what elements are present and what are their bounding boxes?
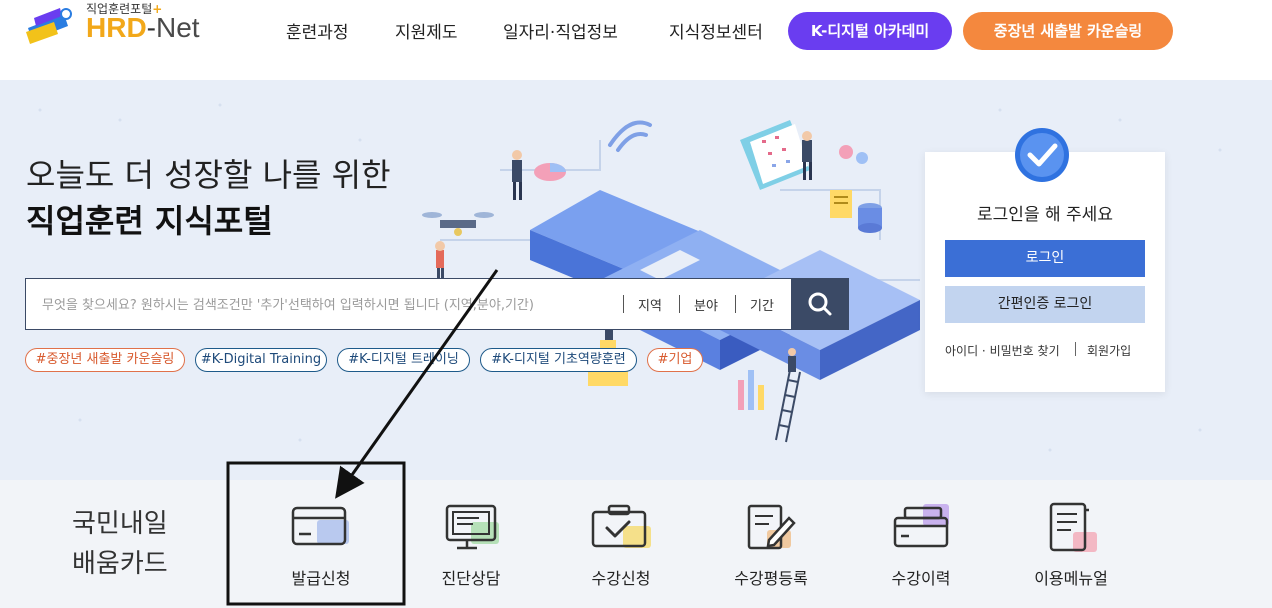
tag-k-digital-basic[interactable]: #K-디지털 기초역량훈련 [480,348,637,372]
course-apply-icon [591,504,651,548]
nav-job-info[interactable]: 일자리·직업정보 [503,18,618,43]
tag-k-digital-training-kr[interactable]: #K-디지털 트레이닝 [337,348,470,372]
login-button[interactable]: 로그인 [945,240,1145,277]
card-item-history[interactable]: 수강이력 [856,502,986,602]
hero-title-line1: 오늘도 더 성장할 나를 위한 [26,156,391,194]
card-item-manual[interactable]: 이용메뉴얼 [1006,502,1136,602]
tag-k-digital-training[interactable]: #K-Digital Training [195,348,327,372]
manual-icon [1049,502,1097,552]
find-id-password-link[interactable]: 아이디 · 비밀번호 찾기 [945,342,1060,359]
filter-period[interactable]: 기간 [750,295,774,314]
search-button[interactable] [791,278,849,330]
login-link-divider [1075,342,1076,356]
hero-title-line2: 직업훈련 지식포털 [26,202,273,240]
card-item-review[interactable]: 수강평등록 [706,502,836,602]
card-item-label: 발급신청 [291,569,351,588]
card-item-issue[interactable]: 발급신청 [256,502,386,602]
filter-field[interactable]: 분야 [694,295,718,314]
card-item-label: 수강신청 [591,569,651,588]
filter-region[interactable]: 지역 [638,295,662,314]
card-item-label: 이용메뉴얼 [1034,569,1108,588]
site-header: 직업훈련포털+ HRD-Net 훈련과정 지원제도 일자리·직업정보 지식정보센… [0,0,1272,80]
card-item-course-apply[interactable]: 수강신청 [556,502,686,602]
search-icon [808,292,832,316]
filter-divider [735,295,736,313]
card-issue-icon [291,506,349,546]
hero-section: 오늘도 더 성장할 나를 위한 직업훈련 지식포털 지역 분야 기간 #중장년 … [0,80,1272,480]
filter-divider [679,295,680,313]
learning-card-title-line1: 국민내일 [72,509,168,539]
logo-wordmark: HRD-Net [86,12,200,43]
logo[interactable]: 직업훈련포털+ HRD-Net [24,0,224,48]
learning-card-title-line2: 배움카드 [72,549,168,579]
card-item-consult[interactable]: 진단상담 [406,502,536,602]
k-digital-academy-button[interactable]: K-디지털 아카데미 [788,12,952,50]
tag-midlife-counseling[interactable]: #중장년 새출발 카운슬링 [25,348,185,372]
card-item-label: 수강이력 [891,569,951,588]
midlife-counseling-button[interactable]: 중장년 새출발 카운슬링 [963,12,1173,50]
search-bar: 지역 분야 기간 [25,278,849,330]
join-link[interactable]: 회원가입 [1087,342,1131,359]
review-icon [747,504,796,550]
card-item-label: 진단상담 [441,569,501,588]
login-message: 로그인을 해 주세요 [977,205,1113,225]
login-box: 로그인을 해 주세요 로그인 간편인증 로그인 아이디 · 비밀번호 찾기 회원… [925,128,1165,392]
tag-company[interactable]: #기업 [647,348,703,372]
card-item-label: 수강평등록 [734,569,808,588]
nav-knowledge-center[interactable]: 지식정보센터 [669,18,763,43]
nav-support-system[interactable]: 지원제도 [395,18,458,43]
logo-mark-icon [26,8,72,44]
check-badge-icon [1015,128,1069,182]
search-input[interactable] [40,293,624,317]
learning-card-title: 국민내일 배움카드 [72,504,168,584]
filter-divider [623,295,624,313]
history-icon [893,504,949,548]
simple-login-button[interactable]: 간편인증 로그인 [945,286,1145,323]
learning-card-section: 국민내일 배움카드 발급신청 진단상담 수강신청 수강평등록 수강이력 이용메뉴… [0,480,1272,608]
nav-training-courses[interactable]: 훈련과정 [286,18,349,43]
consult-icon [445,504,499,550]
